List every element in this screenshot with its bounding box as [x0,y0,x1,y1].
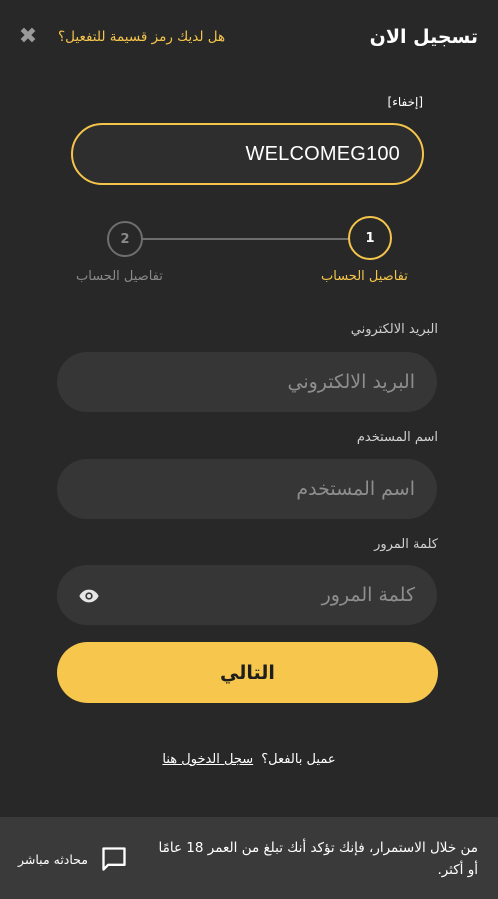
live-chat-button[interactable]: محادثه مباشر [18,844,128,874]
step-1-label: تفاصيل الحساب [321,269,408,284]
step-1-circle: 1 [348,216,392,260]
footer: من خلال الاستمرار، فإنك تؤكد أنك تبلغ من… [0,817,498,899]
close-icon[interactable]: ✖ [16,26,40,50]
promo-code-value: WELCOMEG100 [245,142,400,165]
chat-bubble-icon [102,847,126,871]
login-prompt-row: عميل بالفعل؟ سجل الدخول هنا [0,752,498,767]
next-button[interactable]: التالي [57,642,438,703]
header: تسجيل الان ✖ هل لديك رمز قسيمة للتفعيل؟ [0,0,498,80]
page-title: تسجيل الان [369,26,478,48]
password-label: كلمة المرور [374,537,438,552]
login-link[interactable]: سجل الدخول هنا [162,752,253,767]
login-prompt-text: عميل بالفعل؟ [261,752,336,767]
step-2-circle: 2 [107,221,143,257]
eye-icon[interactable] [76,585,102,607]
promo-code-field[interactable]: WELCOMEG100 [71,123,424,185]
username-field[interactable] [57,459,437,519]
registration-steps: 1 2 تفاصيل الحساب تفاصيل الحساب [0,215,498,295]
email-field[interactable] [57,352,437,412]
age-confirmation-note: من خلال الاستمرار، فإنك تؤكد أنك تبلغ من… [158,840,478,878]
live-chat-label: محادثه مباشر [18,851,88,867]
step-2-label: تفاصيل الحساب [76,269,163,284]
email-label: البريد الالكتروني [350,322,438,337]
promo-code-question-link[interactable]: هل لديك رمز قسيمة للتفعيل؟ [58,29,225,45]
password-field[interactable] [57,565,437,625]
hide-promo-link[interactable]: [إخفاء] [388,95,423,109]
username-label: اسم المستخدم [356,430,438,445]
step-connector [142,238,350,240]
